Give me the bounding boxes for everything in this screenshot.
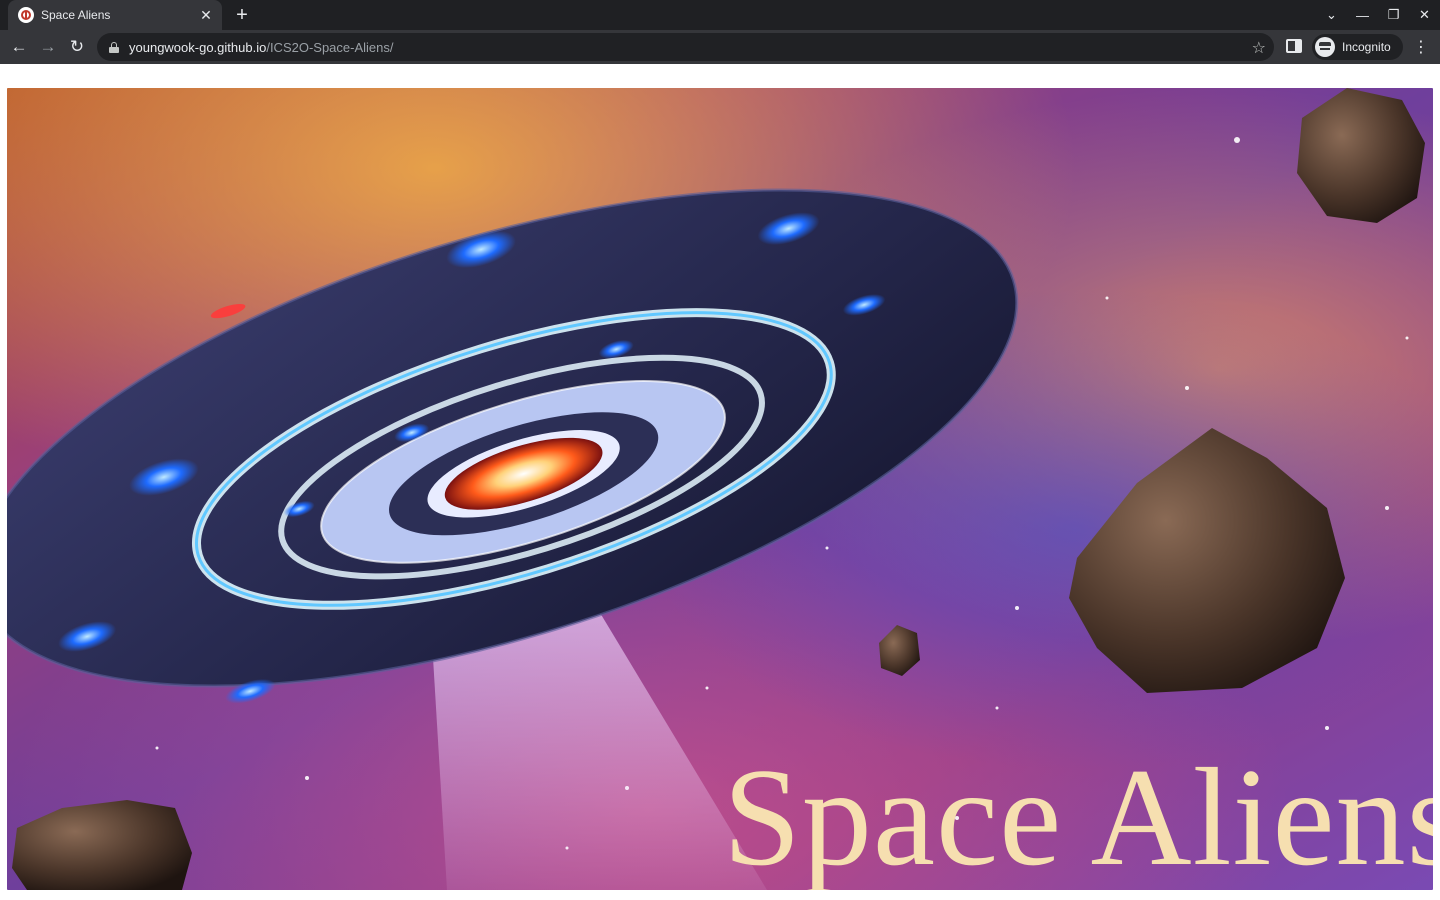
browser-toolbar: ← → ↻ youngwook-go.github.io/ICS2O-Space… <box>0 30 1440 64</box>
tab-space-aliens[interactable]: Space Aliens ✕ <box>8 0 222 30</box>
lock-icon[interactable] <box>109 41 119 53</box>
incognito-profile-button[interactable]: Incognito <box>1312 34 1403 60</box>
forward-arrow-icon[interactable]: → <box>35 34 61 60</box>
bookmark-star-icon[interactable]: ☆ <box>1252 38 1266 58</box>
tab-title: Space Aliens <box>41 8 111 22</box>
new-tab-button[interactable]: + <box>232 4 252 26</box>
minimize-icon[interactable]: — <box>1347 0 1378 30</box>
url-text: youngwook-go.github.io/ICS2O-Space-Alien… <box>129 40 394 55</box>
address-bar[interactable]: youngwook-go.github.io/ICS2O-Space-Alien… <box>97 33 1274 61</box>
reload-icon[interactable]: ↻ <box>64 34 90 60</box>
more-menu-icon[interactable]: ⋮ <box>1408 34 1434 60</box>
url-host: youngwook-go.github.io <box>129 39 267 55</box>
banner-image: Space Aliens <box>7 88 1433 890</box>
close-window-icon[interactable]: ✕ <box>1409 0 1440 30</box>
tab-strip: Space Aliens ✕ + ⌄ — ❐ ✕ <box>0 0 1440 30</box>
banner-title: Space Aliens <box>723 740 1433 890</box>
url-path: /ICS2O-Space-Aliens/ <box>266 39 394 55</box>
incognito-label: Incognito <box>1342 40 1391 54</box>
back-arrow-icon[interactable]: ← <box>6 34 32 60</box>
tab-search-chevron-icon[interactable]: ⌄ <box>1316 0 1347 30</box>
restore-icon[interactable]: ❐ <box>1378 0 1409 30</box>
close-tab-icon[interactable]: ✕ <box>198 7 214 23</box>
incognito-icon <box>1315 37 1335 57</box>
window-controls: ⌄ — ❐ ✕ <box>1316 0 1440 30</box>
shield-favicon-icon <box>18 7 34 23</box>
page-content: Space Aliens <box>0 64 1440 900</box>
side-panel-icon[interactable] <box>1286 39 1302 53</box>
